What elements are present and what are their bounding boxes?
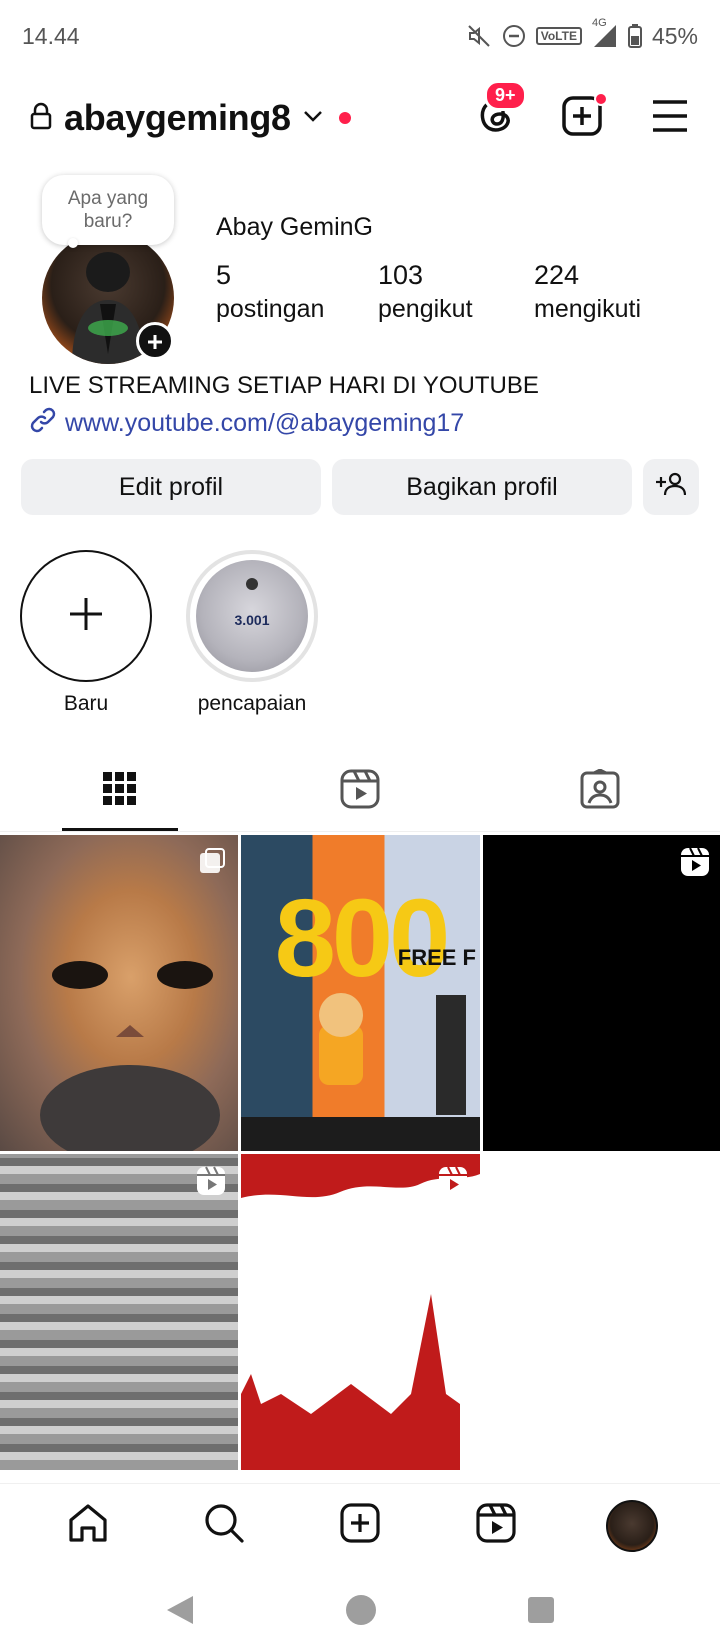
post-thumbnail[interactable]: 800 FREE F: [241, 835, 480, 1151]
system-navigation: [0, 1575, 720, 1650]
menu-icon: [651, 99, 689, 138]
reel-icon: [438, 1166, 468, 1201]
note-bubble[interactable]: Apa yang baru?: [42, 175, 174, 245]
tagged-icon: [580, 768, 620, 814]
back-icon[interactable]: [165, 1594, 195, 1631]
link-icon: [29, 406, 57, 441]
threads-badge: 9+: [484, 80, 527, 111]
post-thumbnail[interactable]: [483, 835, 720, 1151]
carousel-icon: [198, 847, 226, 880]
post-thumbnail[interactable]: [0, 1154, 238, 1470]
stat-value: 5: [216, 260, 232, 290]
display-name: Abay GeminG: [216, 213, 374, 241]
posts-grid: 800 FREE F: [0, 835, 720, 1470]
stat-followers[interactable]: 103 pengikut: [378, 258, 534, 326]
bio-link-text: www.youtube.com/@abaygeming17: [65, 409, 465, 437]
note-bubble-tail: [68, 238, 78, 248]
bio-text: LIVE STREAMING SETIAP HARI DI YOUTUBE: [29, 372, 539, 399]
nav-reels[interactable]: [466, 1496, 526, 1556]
dnd-icon: [502, 24, 526, 48]
stat-value: 224: [534, 260, 580, 290]
highlight-image: 3.001: [196, 560, 308, 672]
highlight-label: pencapaian: [197, 692, 307, 715]
highlight-dot: [246, 578, 258, 590]
stat-label: pengikut: [378, 295, 473, 323]
reels-icon: [475, 1502, 517, 1549]
stat-following[interactable]: 224 mengikuti: [534, 258, 641, 326]
status-bar: 14.44 VoLTE 4G 45%: [0, 0, 720, 72]
share-profile-button[interactable]: Bagikan profil: [332, 459, 632, 515]
reels-icon: [340, 769, 380, 814]
tab-reels[interactable]: [240, 752, 480, 831]
add-person-icon: [656, 472, 687, 503]
post-art: [241, 993, 480, 1151]
create-post-button[interactable]: [558, 92, 608, 142]
threads-button[interactable]: 9+: [470, 80, 527, 142]
add-story-button[interactable]: [136, 322, 174, 360]
create-notification-dot: [594, 92, 608, 106]
stat-label: mengikuti: [534, 295, 641, 323]
nav-create[interactable]: [330, 1496, 390, 1556]
tab-grid[interactable]: [0, 752, 240, 831]
notification-dot: [338, 112, 351, 124]
profile-header: abaygeming8 9+: [0, 80, 720, 148]
post-art: [241, 1154, 480, 1470]
bio-link[interactable]: www.youtube.com/@abaygeming17: [29, 406, 464, 441]
profile-actions: Edit profil Bagikan profil: [21, 459, 699, 515]
profile-avatar: [606, 1499, 658, 1552]
volte-icon: VoLTE: [535, 27, 582, 45]
empty-grid-cell: [483, 1154, 720, 1470]
reel-icon: [680, 847, 710, 882]
plus-icon: [68, 596, 104, 637]
stat-posts[interactable]: 5 postingan: [216, 258, 378, 326]
discover-people-button[interactable]: [643, 459, 699, 515]
nav-home[interactable]: [58, 1496, 118, 1556]
post-thumbnail[interactable]: [241, 1154, 480, 1470]
menu-button[interactable]: [646, 94, 694, 142]
username: abaygeming8: [64, 97, 291, 138]
chevron-down-icon[interactable]: [303, 109, 323, 128]
lock-icon: [30, 102, 52, 135]
recents-icon[interactable]: [527, 1596, 555, 1629]
plus-icon: [147, 326, 163, 357]
header-actions: 9+: [470, 80, 694, 148]
battery-percent: 45%: [651, 22, 698, 49]
battery-icon: [627, 24, 642, 48]
cat-image: [40, 961, 220, 1151]
highlight-pencapaian[interactable]: 3.001 pencapaian: [186, 550, 318, 716]
status-icons: VoLTE 4G 45%: [466, 17, 698, 50]
profile-stats: 5 postingan 103 pengikut 224 mengikuti: [216, 258, 641, 326]
mute-icon: [466, 23, 492, 49]
edit-profile-button[interactable]: Edit profil: [21, 459, 321, 515]
active-tab-indicator: [62, 828, 178, 831]
home-button-icon[interactable]: [345, 1594, 377, 1631]
profile-tabs: [0, 752, 720, 832]
search-icon: [203, 1502, 245, 1549]
status-time: 14.44: [22, 22, 80, 49]
note-text: Apa yang baru?: [67, 188, 149, 232]
stat-label: postingan: [216, 295, 325, 323]
bottom-navigation: [0, 1483, 720, 1567]
nav-search[interactable]: [194, 1496, 254, 1556]
highlight-number: 3.001: [234, 612, 270, 628]
highlight-cover: 3.001: [186, 550, 318, 682]
signal-icon: 4G: [592, 17, 618, 49]
highlight-new[interactable]: Baru: [20, 550, 152, 716]
reel-icon: [196, 1166, 226, 1201]
story-highlights: Baru 3.001 pencapaian: [20, 550, 318, 716]
account-switcher[interactable]: abaygeming8: [30, 97, 351, 139]
home-icon: [67, 1502, 109, 1549]
tab-tagged[interactable]: [480, 752, 720, 831]
grid-icon: [103, 772, 137, 811]
stat-value: 103: [378, 260, 424, 290]
post-thumbnail[interactable]: [0, 835, 238, 1151]
create-icon: [339, 1502, 381, 1549]
nav-profile[interactable]: [602, 1496, 662, 1556]
highlight-label: Baru: [63, 692, 109, 715]
new-highlight-circle: [20, 550, 152, 682]
